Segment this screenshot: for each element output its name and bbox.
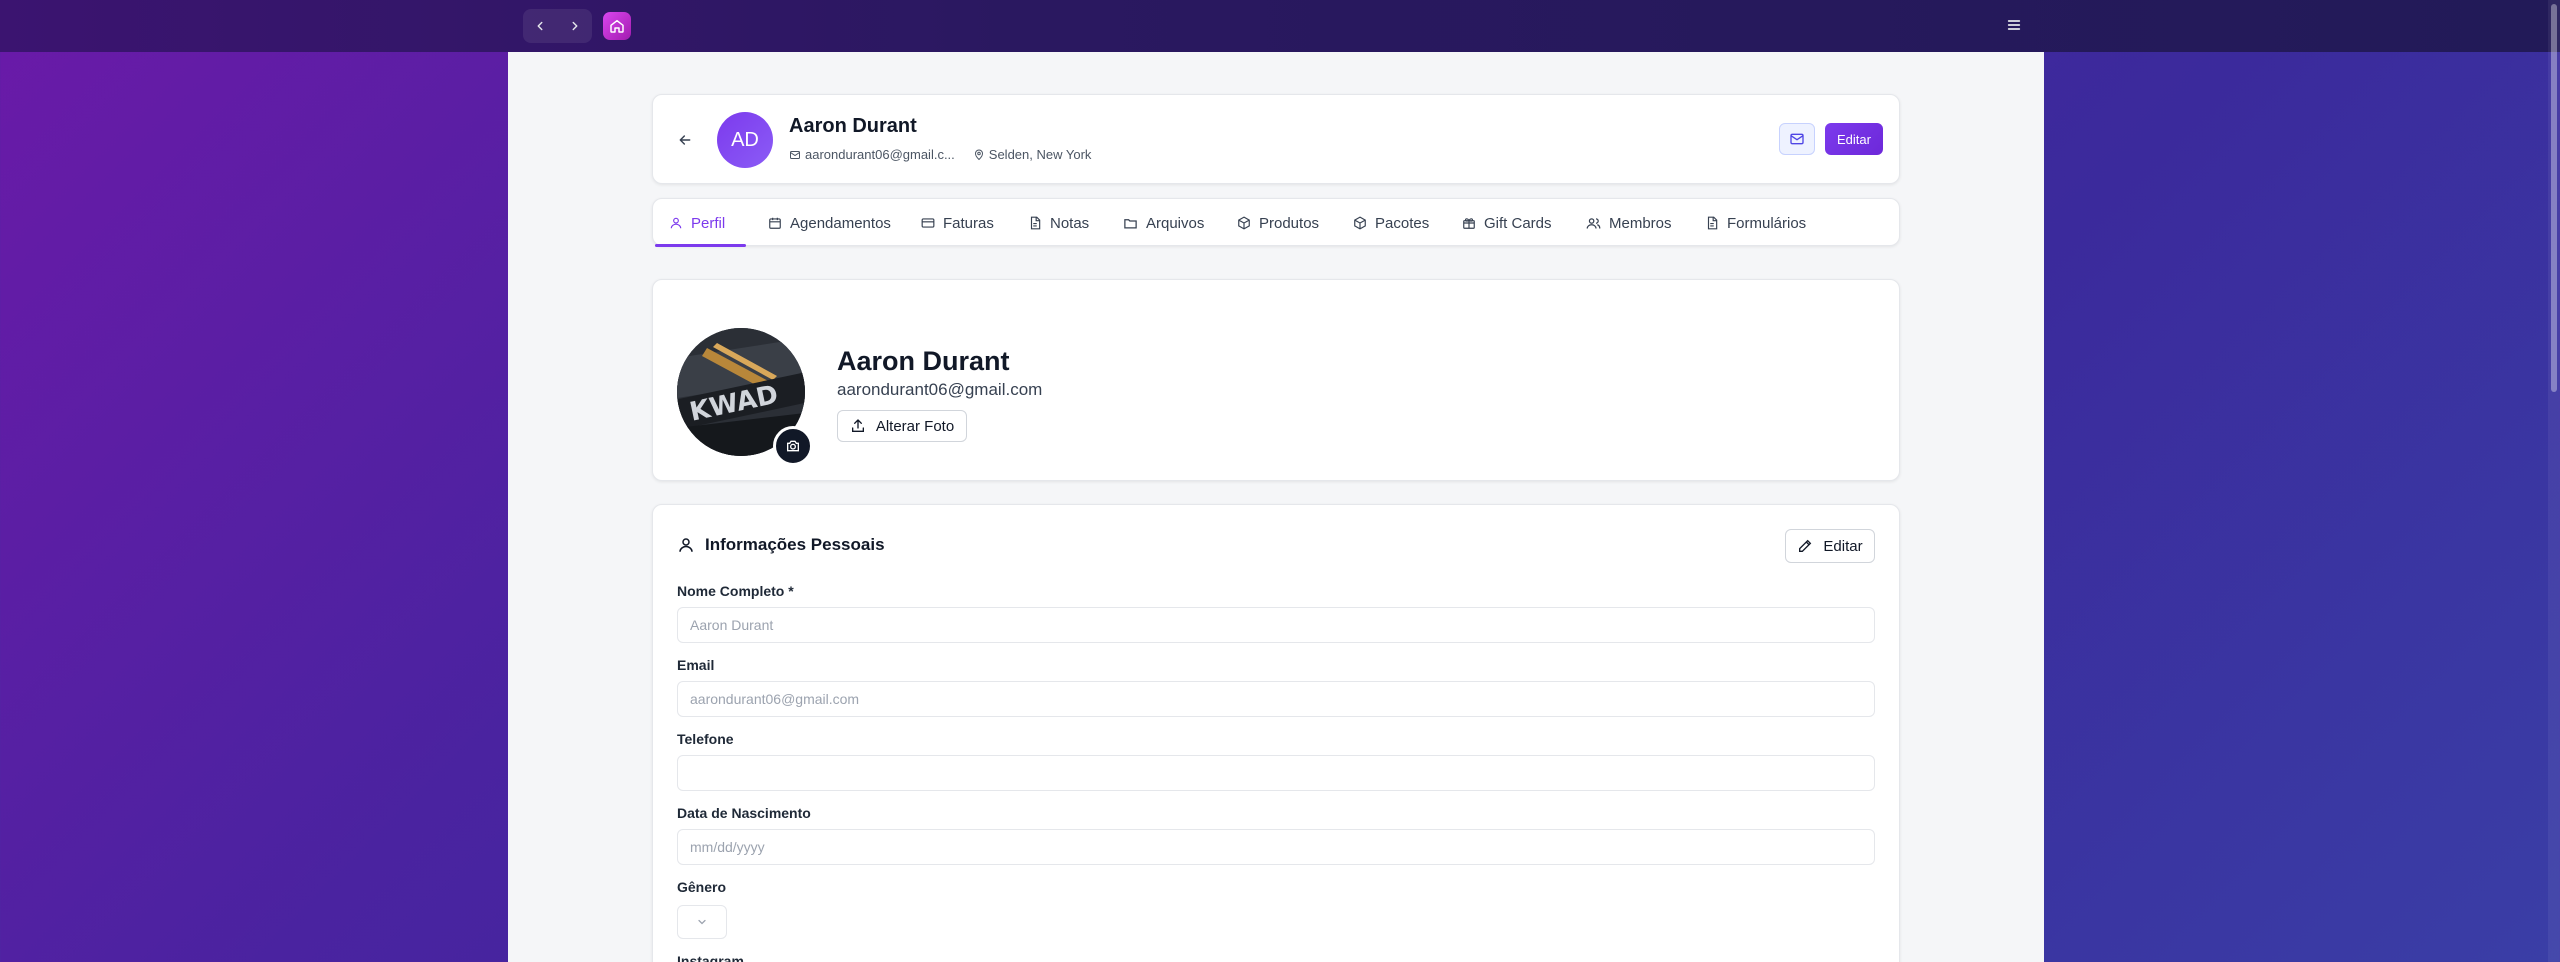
- user-icon: [670, 217, 682, 229]
- menu-button[interactable]: [2001, 12, 2027, 38]
- phone-label: Telefone: [677, 731, 734, 747]
- credit-card-icon: [921, 218, 935, 228]
- client-meta: aarondurant06@gmail.c... Selden, New Yor…: [789, 147, 1109, 162]
- document-icon: [1030, 216, 1041, 230]
- calendar-icon: [769, 217, 781, 229]
- profile-email: aarondurant06@gmail.com: [837, 380, 1043, 399]
- client-name: Aaron Durant: [789, 115, 917, 137]
- client-avatar: AD: [717, 112, 773, 168]
- client-email-meta: aarondurant06@gmail.c...: [789, 147, 955, 162]
- forward-nav-button[interactable]: [561, 12, 589, 40]
- mail-icon: [790, 150, 800, 159]
- chevron-left-icon: [537, 21, 543, 31]
- tab-produtos[interactable]: Produtos: [1237, 199, 1319, 247]
- tab-label: Perfil: [691, 214, 726, 232]
- document-icon: [1707, 216, 1718, 230]
- personal-info-card: Informações Pessoais Editar Nome Complet…: [652, 504, 1900, 962]
- user-icon: [679, 538, 693, 552]
- edit-client-button[interactable]: Editar: [1825, 123, 1883, 155]
- change-photo-camera-button[interactable]: [773, 426, 813, 466]
- full-name-field[interactable]: [677, 607, 1875, 643]
- chevron-down-icon: [698, 919, 706, 925]
- tab-perfil[interactable]: Perfil: [669, 199, 725, 247]
- tab-pacotes[interactable]: Pacotes: [1353, 199, 1429, 247]
- alter-photo-button[interactable]: Alterar Foto: [837, 410, 967, 442]
- email-label: Email: [677, 657, 715, 673]
- tab-label: Membros: [1609, 214, 1672, 232]
- client-location: Selden, New York: [988, 147, 1092, 162]
- birthdate-label: Data de Nascimento: [677, 805, 811, 821]
- back-nav-button[interactable]: [526, 12, 554, 40]
- tab-label: Pacotes: [1375, 214, 1430, 232]
- history-nav-group: [523, 9, 592, 43]
- chevron-right-icon: [572, 21, 578, 31]
- tab-label: Faturas: [943, 214, 994, 232]
- tab-agendamentos[interactable]: Agendamentos: [768, 199, 891, 247]
- tab-membros[interactable]: Membros: [1586, 199, 1672, 247]
- tab-faturas[interactable]: Faturas: [921, 199, 994, 247]
- tab-label: Agendamentos: [790, 214, 891, 232]
- folder-icon: [1124, 218, 1137, 228]
- send-email-button[interactable]: [1779, 123, 1815, 155]
- phone-field[interactable]: [677, 755, 1875, 791]
- camera-icon: [787, 440, 799, 452]
- map-pin-icon: [974, 149, 983, 160]
- client-header-card: AD Aaron Durant aarondurant06@gmail.c...…: [652, 94, 1900, 184]
- profile-name: Aaron Durant: [837, 346, 1010, 376]
- gender-label: Gênero: [677, 879, 727, 895]
- upload-icon: [851, 419, 864, 432]
- home-icon: [610, 19, 624, 33]
- personal-info-title-text: Informações Pessoais: [705, 535, 885, 554]
- email-field[interactable]: [677, 681, 1875, 717]
- client-email-short: aarondurant06@gmail.c...: [805, 147, 955, 162]
- gift-icon: [1463, 218, 1475, 229]
- package-icon: [1238, 216, 1250, 230]
- tab-label: Gift Cards: [1484, 214, 1552, 232]
- client-location-meta: Selden, New York: [973, 147, 1092, 162]
- package-icon: [1354, 216, 1366, 230]
- edit-personal-info-button[interactable]: Editar: [1785, 529, 1875, 563]
- tab-formularios[interactable]: Formulários: [1705, 199, 1806, 247]
- users-icon: [1586, 217, 1601, 229]
- hamburger-menu-icon: [2007, 20, 2021, 30]
- personal-info-title: Informações Pessoais: [677, 535, 885, 555]
- profile-photo-card: KWAD Aaron Durant aarondurant06@gmail.co…: [652, 279, 1900, 481]
- birthdate-field[interactable]: [677, 829, 1875, 865]
- gender-select[interactable]: [677, 905, 727, 939]
- arrow-left-icon: [679, 135, 691, 145]
- full-name-label: Nome Completo *: [677, 583, 794, 599]
- client-tabs: Perfil Agendamentos Faturas Notas Arquiv…: [652, 198, 1900, 247]
- edit-personal-info-label: Editar: [1823, 537, 1863, 555]
- tab-notas[interactable]: Notas: [1028, 199, 1089, 247]
- tab-label: Arquivos: [1146, 214, 1205, 232]
- page-scrollbar-thumb[interactable]: [2551, 4, 2557, 392]
- mail-icon: [1790, 133, 1804, 145]
- tab-label: Notas: [1050, 214, 1090, 232]
- back-button[interactable]: [673, 128, 697, 152]
- active-tab-indicator: [655, 244, 746, 247]
- top-bar: [0, 0, 2560, 52]
- home-button[interactable]: [603, 12, 631, 40]
- tab-label: Produtos: [1259, 214, 1320, 232]
- tab-gift-cards[interactable]: Gift Cards: [1462, 199, 1552, 247]
- tab-label: Formulários: [1727, 214, 1807, 232]
- tab-arquivos[interactable]: Arquivos: [1123, 199, 1204, 247]
- instagram-label: Instagram: [677, 953, 744, 962]
- alter-photo-label: Alterar Foto: [875, 417, 955, 435]
- edit-icon: [1799, 539, 1812, 552]
- main-panel: AD Aaron Durant aarondurant06@gmail.c...…: [508, 52, 2044, 962]
